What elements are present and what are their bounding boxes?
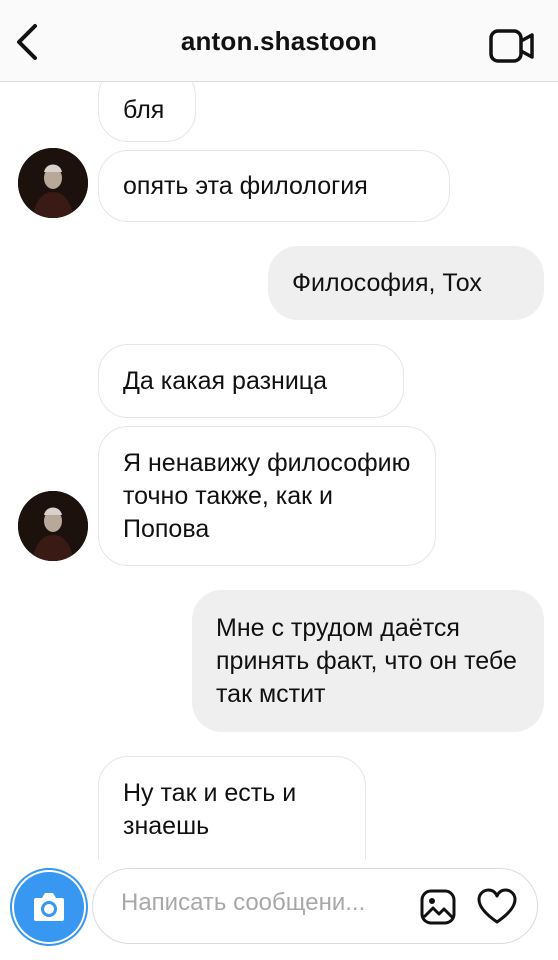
message-input[interactable]: Написать сообщени... — [92, 868, 538, 944]
gallery-icon — [420, 889, 456, 925]
avatar[interactable] — [18, 491, 88, 561]
camera-button[interactable] — [14, 872, 84, 942]
message-bubble-incoming[interactable]: бля — [98, 82, 196, 142]
message-text: Да какая разница — [123, 366, 328, 395]
avatar[interactable] — [18, 148, 88, 218]
camera-icon — [34, 893, 64, 921]
message-bubble-incoming[interactable]: опять эта филология — [98, 150, 450, 222]
heart-icon — [477, 888, 517, 924]
message-bubble-outgoing[interactable]: Мне с трудом даётся принять факт, что он… — [192, 590, 544, 732]
message-bubble-outgoing[interactable]: Философия, Тох — [268, 246, 544, 320]
gallery-button[interactable] — [418, 887, 458, 927]
message-text: опять эта филология — [123, 171, 368, 200]
message-bubble-incoming[interactable]: Да какая разница — [98, 344, 404, 418]
chat-header: anton.shastoon — [0, 0, 558, 82]
message-input-placeholder: Написать сообщени... — [121, 889, 366, 916]
message-text: Философия, Тох — [292, 268, 482, 297]
message-composer: Написать сообщени... — [0, 860, 558, 960]
message-text: Я ненавижу философию точно также, как и … — [123, 448, 411, 543]
like-button[interactable] — [476, 887, 518, 927]
video-call-button[interactable] — [488, 26, 536, 66]
message-bubble-incoming[interactable]: Я ненавижу философию точно также, как и … — [98, 426, 436, 566]
message-text: Мне с трудом даётся принять факт, что он… — [216, 613, 517, 708]
message-text: бля — [123, 96, 165, 124]
chat-title[interactable]: anton.shastoon — [0, 26, 558, 57]
message-bubble-incoming[interactable]: Ну так и есть и знаешь — [98, 756, 366, 860]
message-text: Ну так и есть и знаешь — [123, 779, 297, 840]
video-camera-icon — [489, 29, 534, 63]
message-thread[interactable]: бля опять эта филология Философия, Тох Д… — [0, 82, 558, 860]
